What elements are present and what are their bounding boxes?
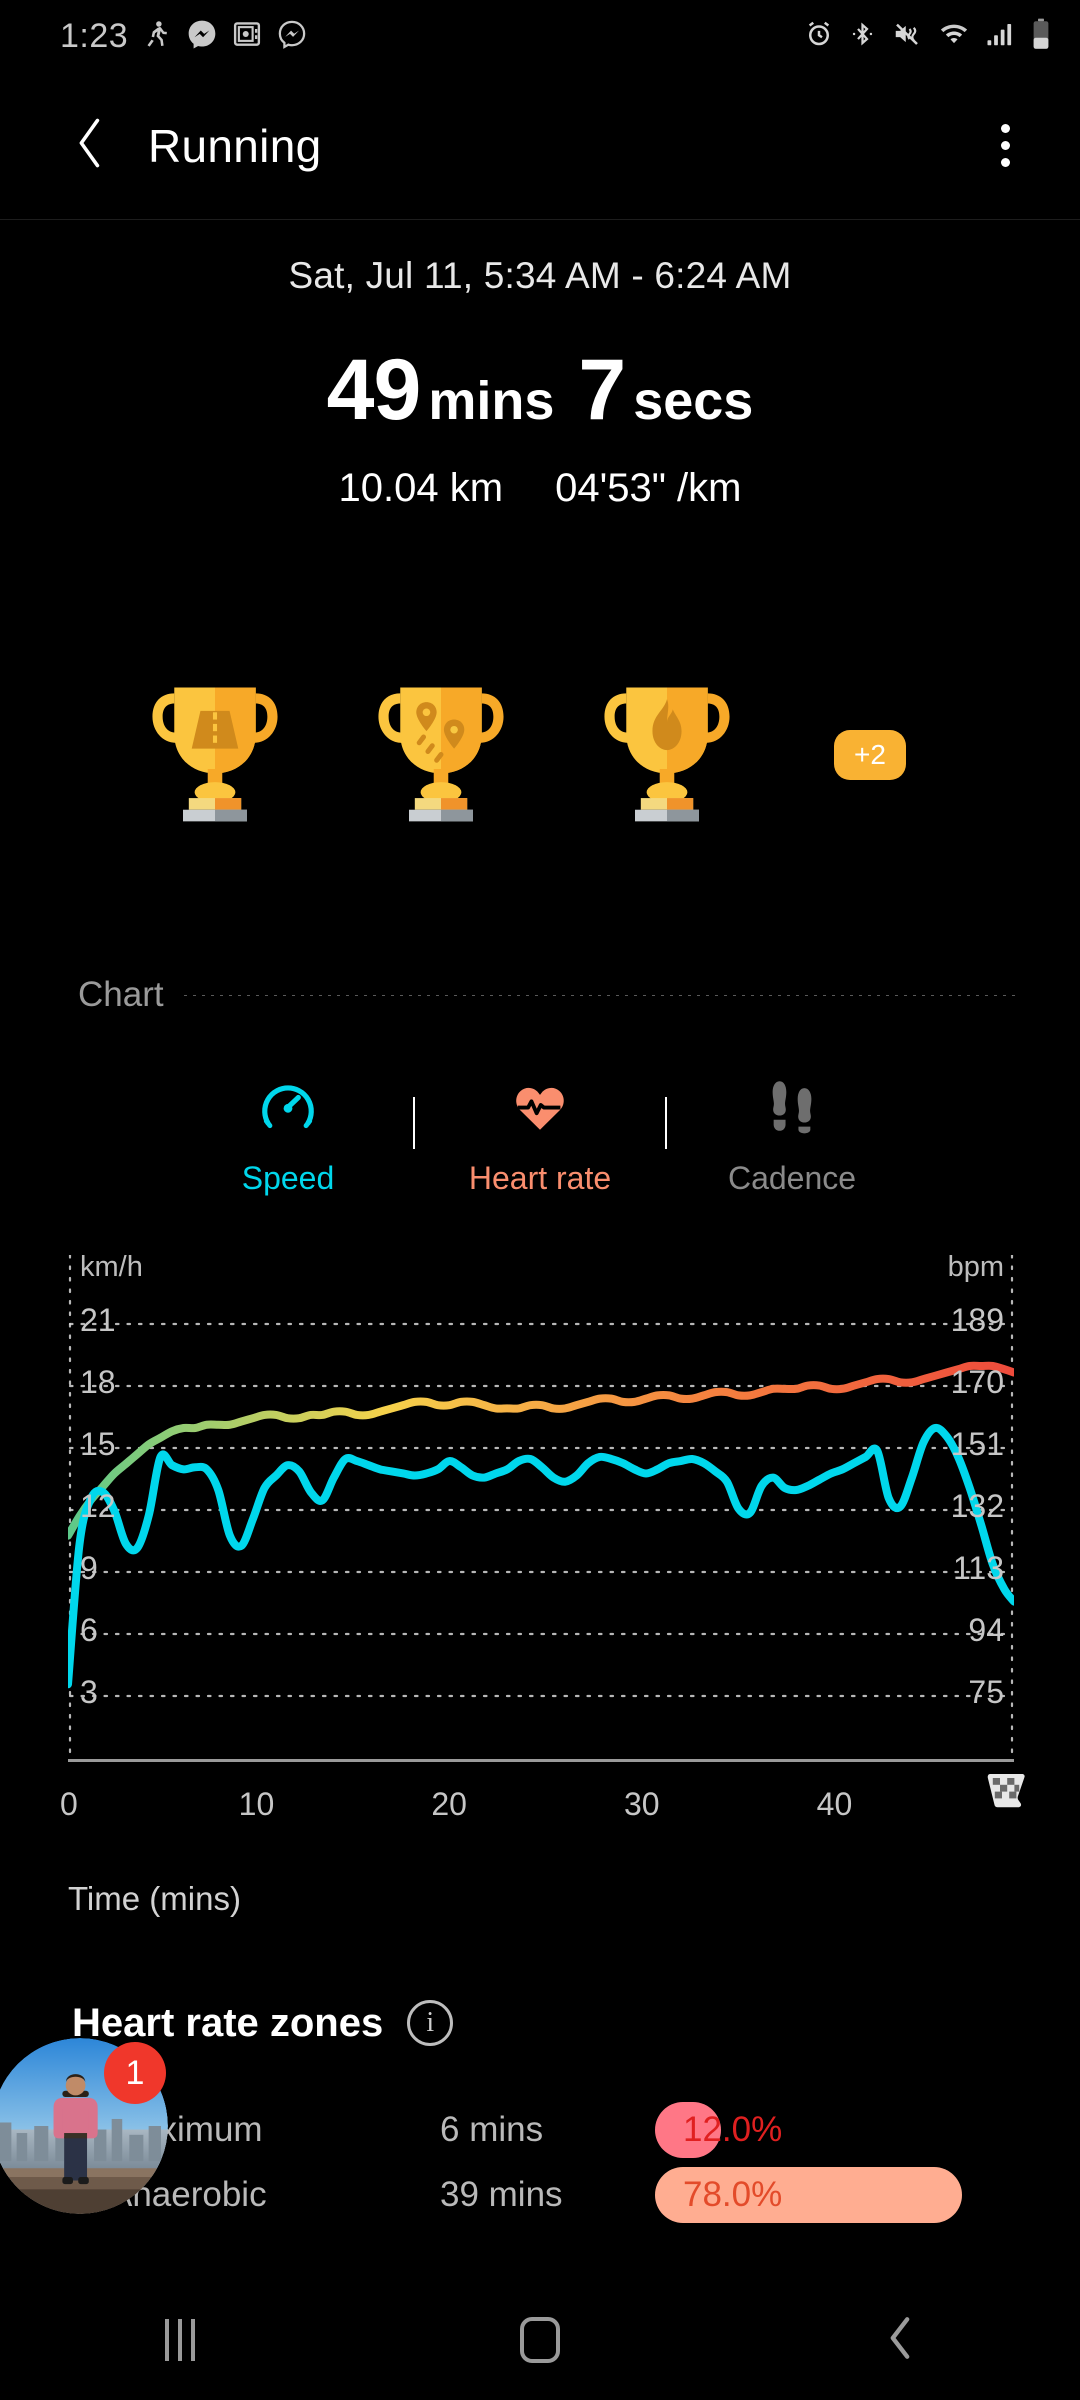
signal-icon xyxy=(985,19,1015,54)
zone-percent: 12.0% xyxy=(683,2110,783,2149)
tab-speed[interactable]: Speed xyxy=(163,1075,413,1197)
workout-metrics: 10.04 km 04'53" /km xyxy=(0,466,1080,511)
back-button[interactable] xyxy=(56,111,126,181)
overflow-menu-button[interactable] xyxy=(970,111,1040,181)
zone-percent: 78.0% xyxy=(683,2175,783,2214)
chart-section-label: Chart xyxy=(78,975,164,1014)
page-title: Running xyxy=(148,119,322,172)
duration-seconds-value: 7 xyxy=(578,342,626,438)
x-axis-tick: 10 xyxy=(238,1786,275,1822)
status-bar: 1:23 xyxy=(0,0,1080,72)
status-bar-right xyxy=(804,18,1052,55)
workout-duration: 49 mins 7 secs xyxy=(0,341,1080,440)
wifi-icon xyxy=(938,19,970,54)
battery-icon xyxy=(1030,18,1052,55)
chevron-left-icon xyxy=(70,114,112,177)
tab-heart-rate-label: Heart rate xyxy=(468,1160,612,1196)
recents-button[interactable] xyxy=(105,2290,255,2390)
running-person-icon xyxy=(142,17,172,56)
calories-trophy[interactable] xyxy=(592,673,742,838)
app-screen: 1:23 Running Sat, Jul 11, 5:34 AM - 6:24… xyxy=(0,0,1080,2400)
left-axis-tick: 21 xyxy=(80,1302,116,1338)
chart-legend-tabs: Speed Heart rate Cadence xyxy=(0,1075,1080,1197)
back-chevron-icon xyxy=(885,2315,915,2366)
right-axis-tick: 151 xyxy=(950,1426,1004,1462)
tab-speed-label: Speed xyxy=(241,1160,335,1196)
distance-value: 10.04 km xyxy=(338,466,504,510)
left-axis-tick: 12 xyxy=(80,1488,116,1524)
pace-value: 04'53" /km xyxy=(555,466,742,510)
tab-cadence-label: Cadence xyxy=(727,1160,857,1196)
home-icon xyxy=(520,2317,560,2363)
left-axis-tick: 3 xyxy=(80,1674,98,1710)
speedometer-icon xyxy=(257,1075,319,1142)
more-vertical-icon xyxy=(1000,158,1010,167)
info-circle-icon[interactable]: i xyxy=(407,2000,454,2046)
status-bar-clock: 1:23 xyxy=(60,16,129,55)
status-bar-left: 1:23 xyxy=(60,17,308,56)
more-vertical-icon xyxy=(1000,124,1010,133)
left-axis-tick: 6 xyxy=(80,1612,98,1648)
zone-duration: 39 mins xyxy=(440,2175,563,2214)
x-axis-tick: 40 xyxy=(816,1786,853,1822)
left-axis-tick: 15 xyxy=(80,1426,116,1462)
x-axis-line xyxy=(68,1759,1014,1762)
home-button[interactable] xyxy=(465,2290,615,2390)
workout-summary: Sat, Jul 11, 5:34 AM - 6:24 AM 49 mins 7 se… xyxy=(0,255,1080,511)
x-axis-label: Time (mins) xyxy=(68,1880,241,1917)
heart-pulse-icon xyxy=(509,1075,571,1142)
zone-progress-bar: 78.0% xyxy=(655,2167,962,2223)
right-axis-tick: 75 xyxy=(968,1674,1004,1710)
heart-rate-zones-title: Heart rate zones xyxy=(72,2000,384,2045)
right-axis-tick: 170 xyxy=(950,1364,1004,1400)
right-axis-tick: 132 xyxy=(950,1488,1004,1524)
mute-vibrate-icon xyxy=(891,19,923,54)
more-vertical-icon xyxy=(1000,141,1010,150)
safe-vault-icon xyxy=(232,19,262,54)
left-axis-tick: 18 xyxy=(80,1364,116,1400)
zone-duration: 6 mins xyxy=(440,2110,544,2149)
duration-seconds-unit: secs xyxy=(633,371,754,431)
right-axis-tick: 94 xyxy=(968,1612,1004,1648)
right-axis-unit: bpm xyxy=(947,1251,1004,1283)
road-trophy[interactable] xyxy=(140,673,290,838)
chart-section-header: Chart xyxy=(0,975,1080,1015)
app-bar: Running xyxy=(0,72,1080,220)
tab-heart-rate[interactable]: Heart rate xyxy=(415,1075,665,1197)
unread-badge: 1 xyxy=(104,2042,166,2104)
achievement-badges: +2 xyxy=(0,655,1080,855)
right-axis-tick: 113 xyxy=(952,1550,1004,1586)
zone-progress-bar: 12.0% xyxy=(655,2102,782,2158)
checkered-flag-icon xyxy=(980,1772,1028,1829)
x-axis-tick: 20 xyxy=(431,1786,467,1822)
x-axis-tick: 30 xyxy=(624,1786,660,1822)
right-axis-tick: 189 xyxy=(950,1302,1004,1338)
system-nav-bar xyxy=(0,2280,1080,2400)
more-badges-count[interactable]: +2 xyxy=(834,730,906,780)
bluetooth-icon xyxy=(849,19,876,54)
heart-rate-zone-row: 4. Anaerobic 39 mins 78.0% xyxy=(0,2162,1080,2228)
heart-rate-zones-header: Heart rate zones i xyxy=(72,2000,454,2046)
footsteps-icon xyxy=(761,1075,823,1142)
alarm-icon xyxy=(804,19,834,54)
workout-chart[interactable]: km/h bpm 21 18 15 12 9 6 3 189 170 151 132 113 94 75 xyxy=(64,1251,1018,1757)
messenger-outline-icon xyxy=(276,18,308,55)
nav-back-button[interactable] xyxy=(825,2290,975,2390)
left-axis-unit: km/h xyxy=(80,1251,143,1283)
duration-minutes-value: 49 xyxy=(326,342,422,438)
tab-cadence[interactable]: Cadence xyxy=(667,1075,917,1197)
section-divider xyxy=(183,994,1020,996)
x-axis-tick: 0 xyxy=(60,1786,78,1822)
duration-minutes-unit: mins xyxy=(428,371,555,431)
left-axis-tick: 9 xyxy=(80,1550,98,1586)
chart-canvas xyxy=(64,1253,1018,1757)
messenger-filled-icon xyxy=(186,18,218,55)
route-trophy[interactable] xyxy=(366,673,516,838)
recents-icon xyxy=(165,2319,195,2361)
workout-date-range: Sat, Jul 11, 5:34 AM - 6:24 AM xyxy=(288,255,792,296)
